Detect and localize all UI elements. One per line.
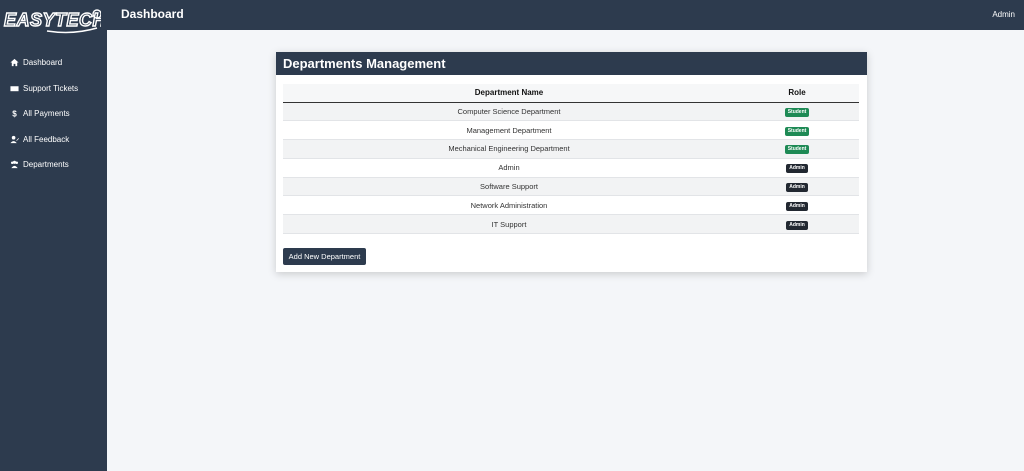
sidebar-item-label: Departments bbox=[23, 160, 69, 170]
card-title: Departments Management bbox=[276, 52, 867, 75]
role-cell: Student bbox=[735, 139, 859, 159]
role-cell: Student bbox=[735, 102, 859, 122]
role-badge: Admin bbox=[786, 220, 808, 230]
column-header-department-name: Department Name bbox=[283, 84, 735, 103]
role-badge: Admin bbox=[786, 164, 808, 174]
departments-table: Department Name Role Computer Science De… bbox=[283, 84, 859, 235]
table-header-row: Department Name Role bbox=[283, 84, 859, 103]
table-row: Network Administration Admin bbox=[283, 195, 859, 216]
logo-text: EASYTECH bbox=[4, 10, 101, 30]
home-icon bbox=[9, 58, 19, 68]
department-name-cell: Computer Science Department bbox=[283, 102, 735, 122]
role-badge: Student bbox=[784, 145, 810, 155]
table-row: IT Support Admin bbox=[283, 214, 859, 235]
top-bar: Dashboard Admin bbox=[107, 0, 1024, 30]
table-row: Admin Admin bbox=[283, 158, 859, 178]
department-name-cell: Admin bbox=[283, 158, 735, 178]
role-badge: Admin bbox=[786, 201, 808, 211]
sidebar-item-support-tickets[interactable]: Support Tickets bbox=[0, 76, 107, 102]
role-badge: Student bbox=[784, 107, 810, 117]
easytech-logo[interactable]: EASYTECH bbox=[3, 4, 101, 36]
departments-card: Departments Management Department Name R… bbox=[276, 52, 867, 272]
table-row: Computer Science Department Student bbox=[283, 102, 859, 122]
department-name-cell: Mechanical Engineering Department bbox=[283, 139, 735, 159]
sidebar-item-all-feedback[interactable]: All Feedback bbox=[0, 127, 107, 153]
add-new-department-button[interactable]: Add New Department bbox=[283, 248, 366, 265]
sidebar-item-departments[interactable]: Departments bbox=[0, 152, 107, 178]
sidebar: EASYTECH Dashboard Support Tickets $ All… bbox=[0, 0, 107, 471]
table-row: Management Department Student bbox=[283, 120, 859, 141]
role-badge: Admin bbox=[786, 183, 808, 193]
department-name-cell: Management Department bbox=[283, 120, 735, 141]
sidebar-item-label: All Feedback bbox=[23, 134, 70, 144]
department-name-cell: Software Support bbox=[283, 177, 735, 197]
page-title: Dashboard bbox=[121, 7, 184, 21]
user-edit-icon bbox=[9, 134, 19, 144]
table-row: Mechanical Engineering Department Studen… bbox=[283, 139, 859, 159]
user-menu[interactable]: Admin bbox=[992, 10, 1015, 19]
column-header-role: Role bbox=[735, 84, 859, 103]
svg-text:$: $ bbox=[12, 110, 17, 118]
dollar-icon: $ bbox=[9, 109, 19, 119]
department-name-cell: IT Support bbox=[283, 214, 735, 235]
sidebar-item-dashboard[interactable]: Dashboard bbox=[0, 50, 107, 76]
sidebar-item-all-payments[interactable]: $ All Payments bbox=[0, 101, 107, 127]
table-row: Software Support Admin bbox=[283, 177, 859, 197]
role-cell: Admin bbox=[735, 158, 859, 178]
role-cell: Admin bbox=[735, 195, 859, 216]
sidebar-item-label: Dashboard bbox=[23, 58, 63, 68]
sidebar-item-label: All Payments bbox=[23, 109, 70, 119]
sidebar-item-label: Support Tickets bbox=[23, 83, 79, 93]
role-cell: Admin bbox=[735, 214, 859, 235]
role-badge: Student bbox=[784, 126, 810, 136]
role-cell: Student bbox=[735, 120, 859, 141]
users-icon bbox=[9, 160, 19, 170]
department-name-cell: Network Administration bbox=[283, 195, 735, 216]
ticket-icon bbox=[9, 83, 19, 93]
role-cell: Admin bbox=[735, 177, 859, 197]
sidebar-nav: Dashboard Support Tickets $ All Payments… bbox=[0, 50, 107, 178]
